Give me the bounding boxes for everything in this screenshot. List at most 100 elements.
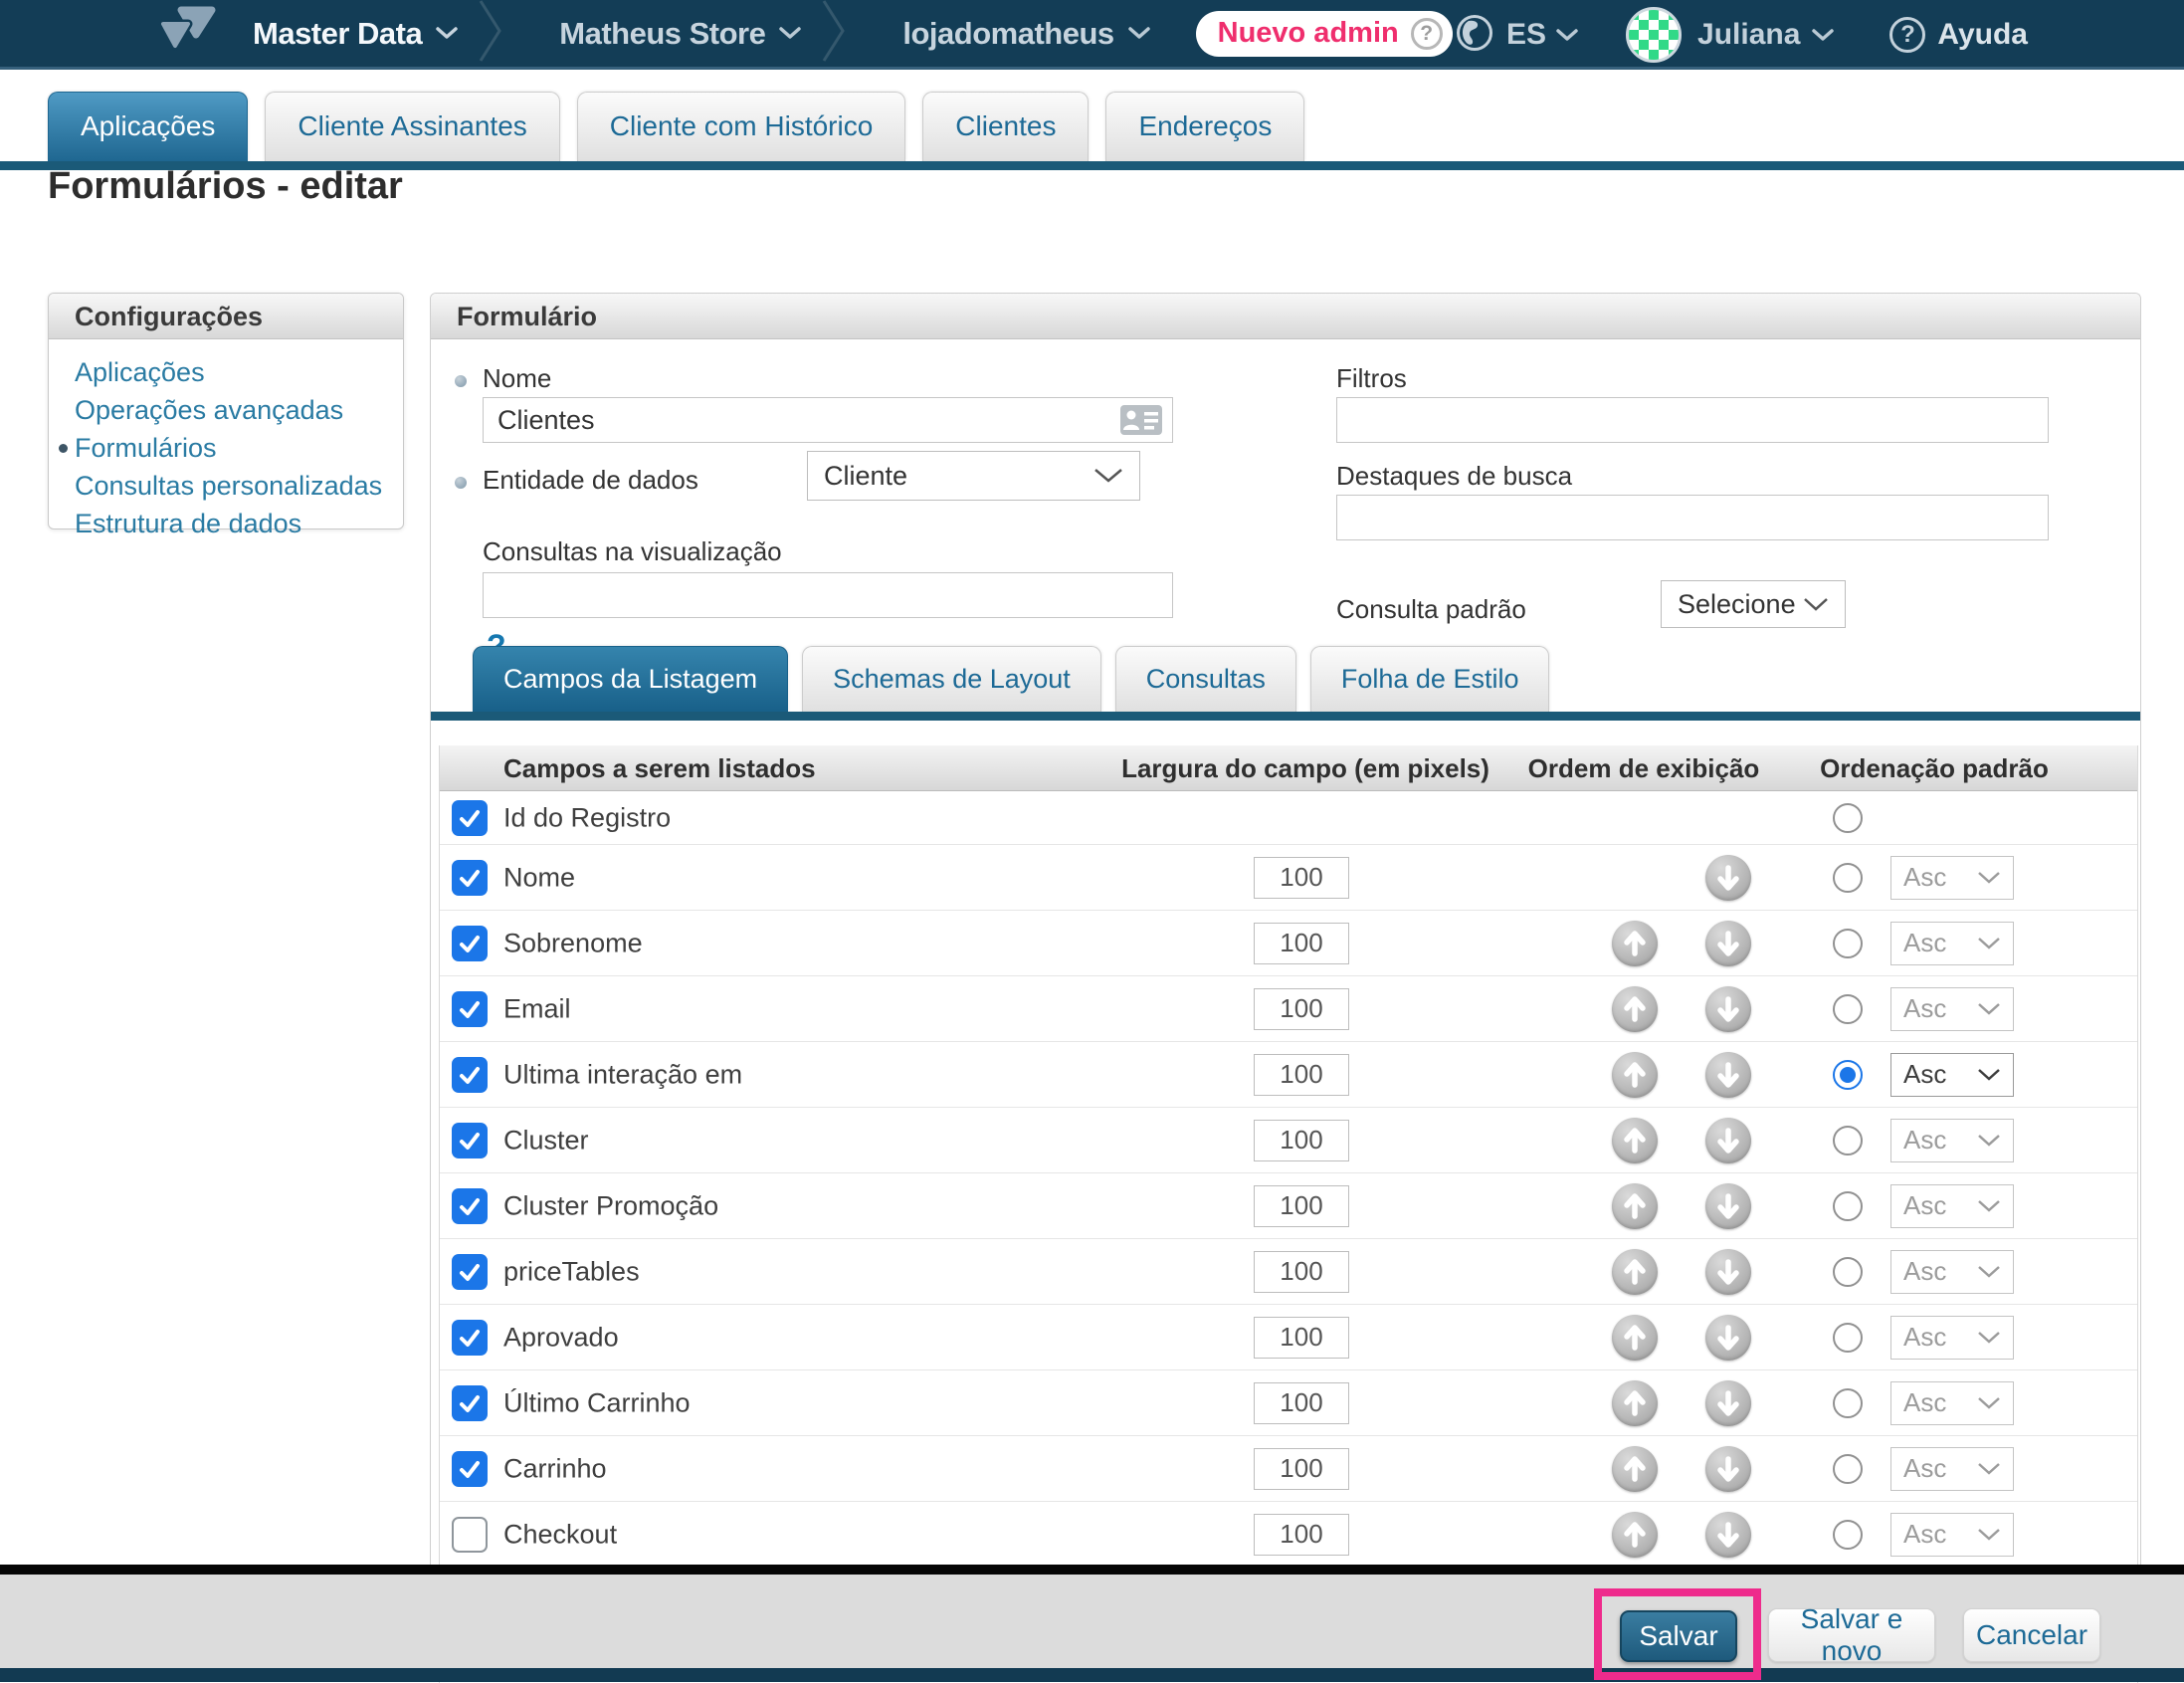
sidebar-item[interactable]: Estrutura de dados	[49, 505, 403, 542]
default-sort-radio[interactable]	[1833, 1454, 1863, 1484]
field-width-input[interactable]	[1254, 988, 1349, 1030]
default-sort-radio[interactable]	[1833, 863, 1863, 893]
entidade-select[interactable]: Cliente	[807, 451, 1140, 501]
account-switcher[interactable]: lojadomatheus	[902, 16, 1149, 52]
sort-direction-select[interactable]: Asc	[1890, 1250, 2014, 1294]
move-up-button[interactable]	[1612, 921, 1658, 966]
move-up-button[interactable]	[1612, 1446, 1658, 1492]
sort-direction-select[interactable]: Asc	[1890, 1381, 2014, 1425]
sort-direction-select[interactable]: Asc	[1890, 1447, 2014, 1491]
sort-direction-select[interactable]: Asc	[1890, 1184, 2014, 1228]
consultas-visualizacao-input[interactable]	[483, 572, 1173, 618]
vtex-logo-icon[interactable]	[155, 6, 217, 61]
move-up-button[interactable]	[1612, 1183, 1658, 1229]
sort-direction-select[interactable]: Asc	[1890, 987, 2014, 1031]
field-width-input[interactable]	[1254, 1382, 1349, 1424]
sidebar-item[interactable]: Consultas personalizadas	[49, 467, 403, 505]
move-down-button[interactable]	[1705, 986, 1751, 1032]
help-icon[interactable]: ?	[1889, 17, 1925, 53]
move-down-button[interactable]	[1705, 921, 1751, 966]
badge-help-icon[interactable]: ?	[1411, 18, 1443, 50]
filtros-input[interactable]	[1336, 397, 2049, 443]
field-checkbox[interactable]	[452, 1123, 488, 1158]
move-down-button[interactable]	[1705, 855, 1751, 901]
destaques-input[interactable]	[1336, 495, 2049, 540]
field-checkbox[interactable]	[452, 1188, 488, 1224]
form-section-tab[interactable]: Consultas	[1115, 646, 1296, 712]
field-checkbox[interactable]	[452, 991, 488, 1027]
sidebar-item[interactable]: Operações avançadas	[49, 391, 403, 429]
sidebar-item[interactable]: Aplicações	[49, 353, 403, 391]
move-down-button[interactable]	[1705, 1249, 1751, 1295]
field-width-input[interactable]	[1254, 1317, 1349, 1359]
help-link[interactable]: Ayuda	[1937, 18, 2028, 52]
sort-direction-select[interactable]: Asc	[1890, 1513, 2014, 1557]
sort-direction-select[interactable]: Asc	[1890, 1119, 2014, 1162]
default-sort-radio[interactable]	[1833, 994, 1863, 1024]
module-tab[interactable]: Aplicações	[48, 92, 248, 161]
move-up-button[interactable]	[1612, 1249, 1658, 1295]
field-checkbox[interactable]	[452, 860, 488, 896]
module-tab[interactable]: Endereços	[1105, 92, 1304, 161]
language-selector[interactable]: ES	[1506, 18, 1546, 52]
default-sort-radio[interactable]	[1833, 803, 1863, 833]
field-checkbox[interactable]	[452, 1517, 488, 1553]
default-sort-radio[interactable]	[1833, 1520, 1863, 1550]
move-down-button[interactable]	[1705, 1183, 1751, 1229]
form-section-tab[interactable]: Campos da Listagem	[473, 646, 788, 712]
default-sort-radio[interactable]	[1833, 1126, 1863, 1156]
module-tab[interactable]: Cliente Assinantes	[265, 92, 559, 161]
module-tab[interactable]: Clientes	[922, 92, 1089, 161]
move-down-button[interactable]	[1705, 1380, 1751, 1426]
field-width-input[interactable]	[1254, 1185, 1349, 1227]
field-checkbox[interactable]	[452, 1385, 488, 1421]
form-section-tab[interactable]: Schemas de Layout	[802, 646, 1101, 712]
move-down-button[interactable]	[1705, 1052, 1751, 1098]
module-tab[interactable]: Cliente com Histórico	[577, 92, 906, 161]
move-up-button[interactable]	[1612, 986, 1658, 1032]
default-sort-radio[interactable]	[1833, 1388, 1863, 1418]
move-up-button[interactable]	[1612, 1052, 1658, 1098]
field-width-input[interactable]	[1254, 1120, 1349, 1161]
field-width-input[interactable]	[1254, 1251, 1349, 1293]
save-and-new-button[interactable]: Salvar e novo	[1768, 1608, 1935, 1662]
default-sort-radio[interactable]	[1833, 929, 1863, 958]
sort-direction-select[interactable]: Asc	[1890, 1053, 2014, 1097]
move-down-button[interactable]	[1705, 1512, 1751, 1558]
sort-direction-select[interactable]: Asc	[1890, 1316, 2014, 1360]
field-width-input[interactable]	[1254, 1514, 1349, 1556]
default-sort-radio[interactable]	[1833, 1060, 1863, 1090]
field-checkbox[interactable]	[452, 926, 488, 961]
field-checkbox[interactable]	[452, 1451, 488, 1487]
user-avatar[interactable]	[1626, 7, 1682, 63]
default-sort-radio[interactable]	[1833, 1323, 1863, 1353]
field-width-input[interactable]	[1254, 1448, 1349, 1490]
move-up-button[interactable]	[1612, 1315, 1658, 1361]
field-checkbox[interactable]	[452, 1320, 488, 1356]
field-checkbox[interactable]	[452, 1057, 488, 1093]
move-down-button[interactable]	[1705, 1118, 1751, 1163]
field-checkbox[interactable]	[452, 800, 488, 836]
user-menu[interactable]: Juliana	[1697, 18, 1800, 52]
field-width-input[interactable]	[1254, 857, 1349, 899]
cancel-button[interactable]: Cancelar	[1963, 1608, 2100, 1662]
consulta-padrao-select[interactable]: Selecione	[1661, 580, 1846, 628]
move-up-button[interactable]	[1612, 1118, 1658, 1163]
field-checkbox[interactable]	[452, 1254, 488, 1290]
move-down-button[interactable]	[1705, 1315, 1751, 1361]
move-up-button[interactable]	[1612, 1512, 1658, 1558]
sort-direction-select[interactable]: Asc	[1890, 856, 2014, 900]
sort-direction-select[interactable]: Asc	[1890, 922, 2014, 965]
field-width-input[interactable]	[1254, 923, 1349, 964]
chevron-down-icon[interactable]	[1556, 29, 1578, 42]
default-sort-radio[interactable]	[1833, 1191, 1863, 1221]
new-admin-badge[interactable]: Nuevo admin ?	[1196, 11, 1453, 57]
default-sort-radio[interactable]	[1833, 1257, 1863, 1287]
nome-input[interactable]	[483, 397, 1173, 443]
product-switcher[interactable]: Master Data	[253, 16, 458, 52]
form-section-tab[interactable]: Folha de Estilo	[1310, 646, 1550, 712]
field-width-input[interactable]	[1254, 1054, 1349, 1096]
store-switcher[interactable]: Matheus Store	[559, 16, 801, 52]
sidebar-item[interactable]: Formulários	[49, 429, 403, 467]
move-up-button[interactable]	[1612, 1380, 1658, 1426]
